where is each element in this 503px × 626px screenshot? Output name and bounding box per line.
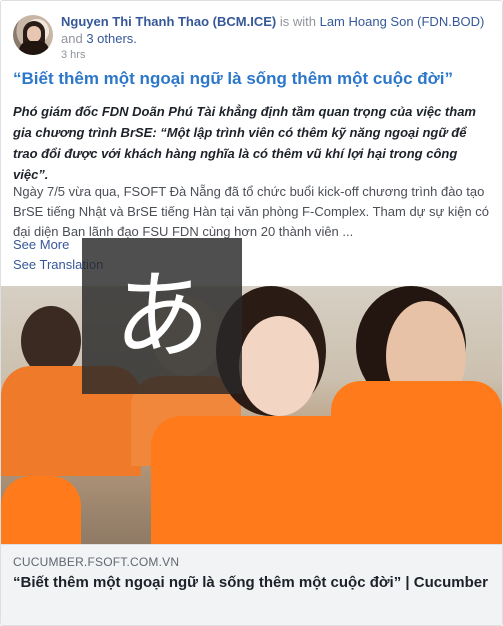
post-card: Nguyen Thi Thanh Thao (BCM.ICE) is with … (0, 0, 503, 626)
link-domain: CUCUMBER.FSOFT.COM.VN (13, 555, 180, 569)
ime-indicator: あ (82, 238, 242, 394)
author-name-link[interactable]: Nguyen Thi Thanh Thao (BCM.ICE) (61, 14, 276, 29)
post-timestamp[interactable]: 3 hrs (61, 47, 490, 64)
post-header: Nguyen Thi Thanh Thao (BCM.ICE) is with … (13, 13, 490, 61)
tagged-person-link[interactable]: Lam Hoang Son (FDN.BOD) (320, 14, 485, 29)
post-header-text: Nguyen Thi Thanh Thao (BCM.ICE) is with … (61, 13, 490, 64)
author-avatar[interactable] (13, 15, 53, 55)
post-title: “Biết thêm một ngoại ngữ là sống thêm mộ… (13, 69, 453, 88)
and-text: and (61, 31, 83, 46)
is-with-text: is with (279, 14, 316, 29)
post-quote: Phó giám đốc FDN Doãn Phú Tài khẳng định… (13, 104, 476, 182)
post-photo[interactable] (1, 286, 502, 544)
link-preview[interactable]: CUCUMBER.FSOFT.COM.VN “Biết thêm một ngo… (1, 544, 502, 625)
post-paragraph: Ngày 7/5 vừa qua, FSOFT Đà Nẵng đã tổ ch… (13, 184, 490, 239)
see-more-link[interactable]: See More (13, 237, 69, 252)
link-title[interactable]: “Biết thêm một ngoại ngữ là sống thêm mộ… (13, 573, 490, 593)
others-link[interactable]: 3 others. (86, 31, 137, 46)
